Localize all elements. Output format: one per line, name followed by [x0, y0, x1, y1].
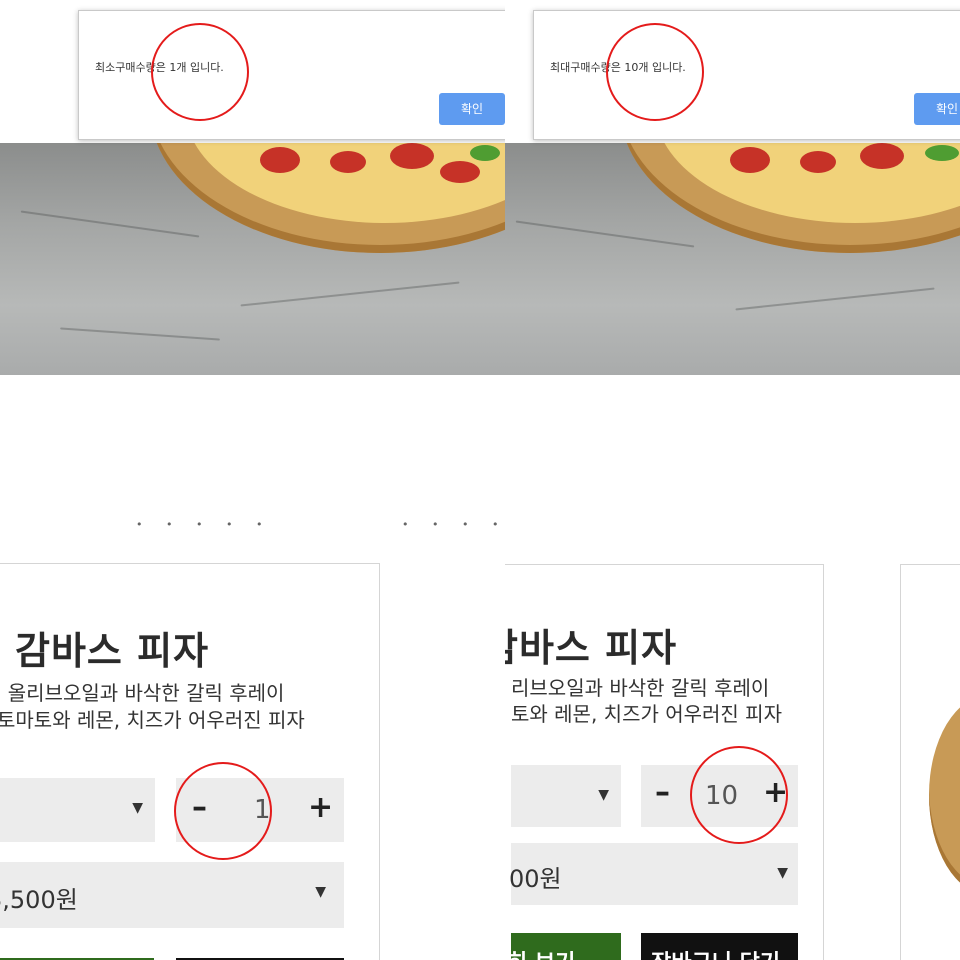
product-title: 감바스 피자: [505, 626, 678, 670]
view-button[interactable]: 히 보기: [511, 933, 621, 960]
product-title: 감바스 피자: [15, 629, 210, 673]
chevron-down-icon: ▼: [777, 865, 788, 881]
alert-dialog: 최대구매수량은 10개 입니다. 확인: [533, 10, 960, 140]
pizza-photo: [0, 143, 505, 375]
chevron-down-icon: ▼: [132, 800, 143, 816]
annotation-circle: [606, 23, 704, 121]
chevron-down-icon: ▼: [315, 884, 326, 900]
size-select[interactable]: ▼: [0, 778, 155, 842]
product-description-line: 토와 레몬, 치즈가 어우러진 피자: [511, 702, 782, 726]
option-select[interactable]: 3,500원 ▼: [0, 862, 344, 928]
pizza-photo: [505, 143, 960, 375]
annotation-circle: [174, 762, 272, 860]
plus-button[interactable]: +: [308, 790, 333, 825]
minus-button[interactable]: –: [655, 775, 670, 810]
carousel-dots[interactable]: • • • • •: [402, 518, 505, 531]
next-product-card: [900, 564, 960, 960]
carousel-dots[interactable]: • • • • •: [136, 518, 272, 531]
product-description-line: 리브오일과 바삭한 갈릭 후레이: [511, 676, 770, 700]
confirm-button[interactable]: 확인: [439, 93, 505, 125]
annotation-circle: [690, 746, 788, 844]
chevron-down-icon: ▼: [598, 787, 609, 803]
right-screenshot-panel: 최대구매수량은 10개 입니다. 확인 감바스 피자 리브오일과 바삭한 갈릭 …: [505, 0, 960, 960]
annotation-circle: [151, 23, 249, 121]
size-select[interactable]: ▼: [511, 765, 621, 827]
confirm-button[interactable]: 확인: [914, 93, 960, 125]
product-description-line: 토마토와 레몬, 치즈가 어우러진 피자: [0, 708, 305, 732]
option-select[interactable]: 00원 ▼: [509, 843, 798, 905]
product-description-line: 에 올리브오일과 바삭한 갈릭 후레이: [0, 681, 285, 705]
alert-dialog: 최소구매수량은 1개 입니다. 확인: [78, 10, 505, 140]
cart-button[interactable]: 장바구니 담기: [641, 933, 798, 960]
product-card: 감바스 피자 에 올리브오일과 바삭한 갈릭 후레이 토마토와 레몬, 치즈가 …: [0, 563, 380, 960]
pizza-thumbnail: [929, 695, 960, 895]
price-text: 3,500원: [0, 886, 78, 914]
left-screenshot-panel: 최소구매수량은 1개 입니다. 확인 • • • • • • • • • • 감…: [0, 0, 505, 960]
cart-button-label: 장바구니 담기: [651, 945, 780, 960]
price-text: 00원: [509, 865, 562, 893]
view-button-label: 히 보기: [511, 945, 575, 960]
product-card: 감바스 피자 리브오일과 바삭한 갈릭 후레이 토와 레몬, 치즈가 어우러진 …: [505, 564, 824, 960]
